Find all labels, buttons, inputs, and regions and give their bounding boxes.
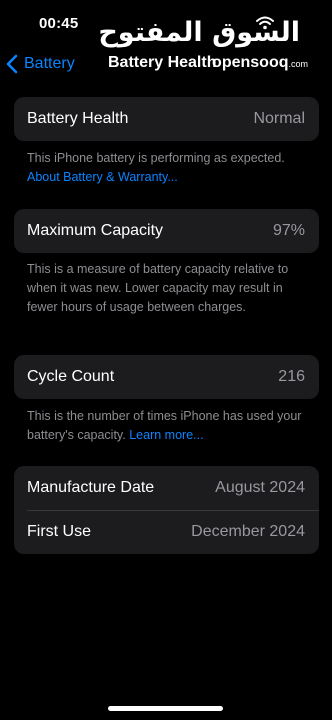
back-button[interactable]: Battery: [6, 52, 75, 76]
status-bar-time: 00:45: [39, 15, 79, 32]
first-use-label: First Use: [27, 523, 91, 540]
dates-card: Manufacture Date August 2024 First Use D…: [14, 466, 319, 554]
row-divider: [27, 510, 319, 511]
page-title: Battery Health: [108, 54, 217, 71]
about-battery-warranty-link[interactable]: About Battery & Warranty...: [27, 170, 178, 184]
learn-more-link[interactable]: Learn more...: [129, 428, 203, 442]
manufacture-date-value: August 2024: [215, 479, 305, 496]
back-button-label: Battery: [24, 55, 75, 72]
first-use-row: First Use December 2024: [14, 510, 319, 554]
cycle-count-label: Cycle Count: [27, 368, 115, 385]
maximum-capacity-footnote: This is a measure of battery capacity re…: [27, 262, 289, 314]
watermark-arabic-text: السوق المفتوح: [98, 17, 300, 48]
battery-health-description: This iPhone battery is performing as exp…: [27, 151, 285, 165]
battery-health-value: Normal: [253, 110, 305, 127]
battery-health-label: Battery Health: [27, 110, 129, 127]
maximum-capacity-row: Maximum Capacity 97%: [14, 209, 319, 253]
battery-health-footnote: This iPhone battery is performing as exp…: [27, 149, 312, 187]
cycle-count-card: Cycle Count 216: [14, 355, 319, 399]
battery-health-card: Battery Health Normal: [14, 97, 319, 141]
navigation-bar: Battery Battery Health: [0, 48, 332, 80]
maximum-capacity-label: Maximum Capacity: [27, 222, 164, 239]
cycle-count-footnote: This is the number of times iPhone has u…: [27, 407, 312, 445]
cycle-count-value: 216: [278, 368, 305, 385]
cycle-count-row: Cycle Count 216: [14, 355, 319, 399]
chevron-left-icon: [6, 54, 18, 74]
first-use-value: December 2024: [191, 523, 305, 540]
battery-health-row: Battery Health Normal: [14, 97, 319, 141]
maximum-capacity-value: 97%: [272, 222, 305, 239]
manufacture-date-row: Manufacture Date August 2024: [14, 466, 319, 510]
maximum-capacity-card: Maximum Capacity 97%: [14, 209, 319, 253]
manufacture-date-label: Manufacture Date: [27, 479, 155, 496]
home-indicator[interactable]: [108, 706, 223, 711]
